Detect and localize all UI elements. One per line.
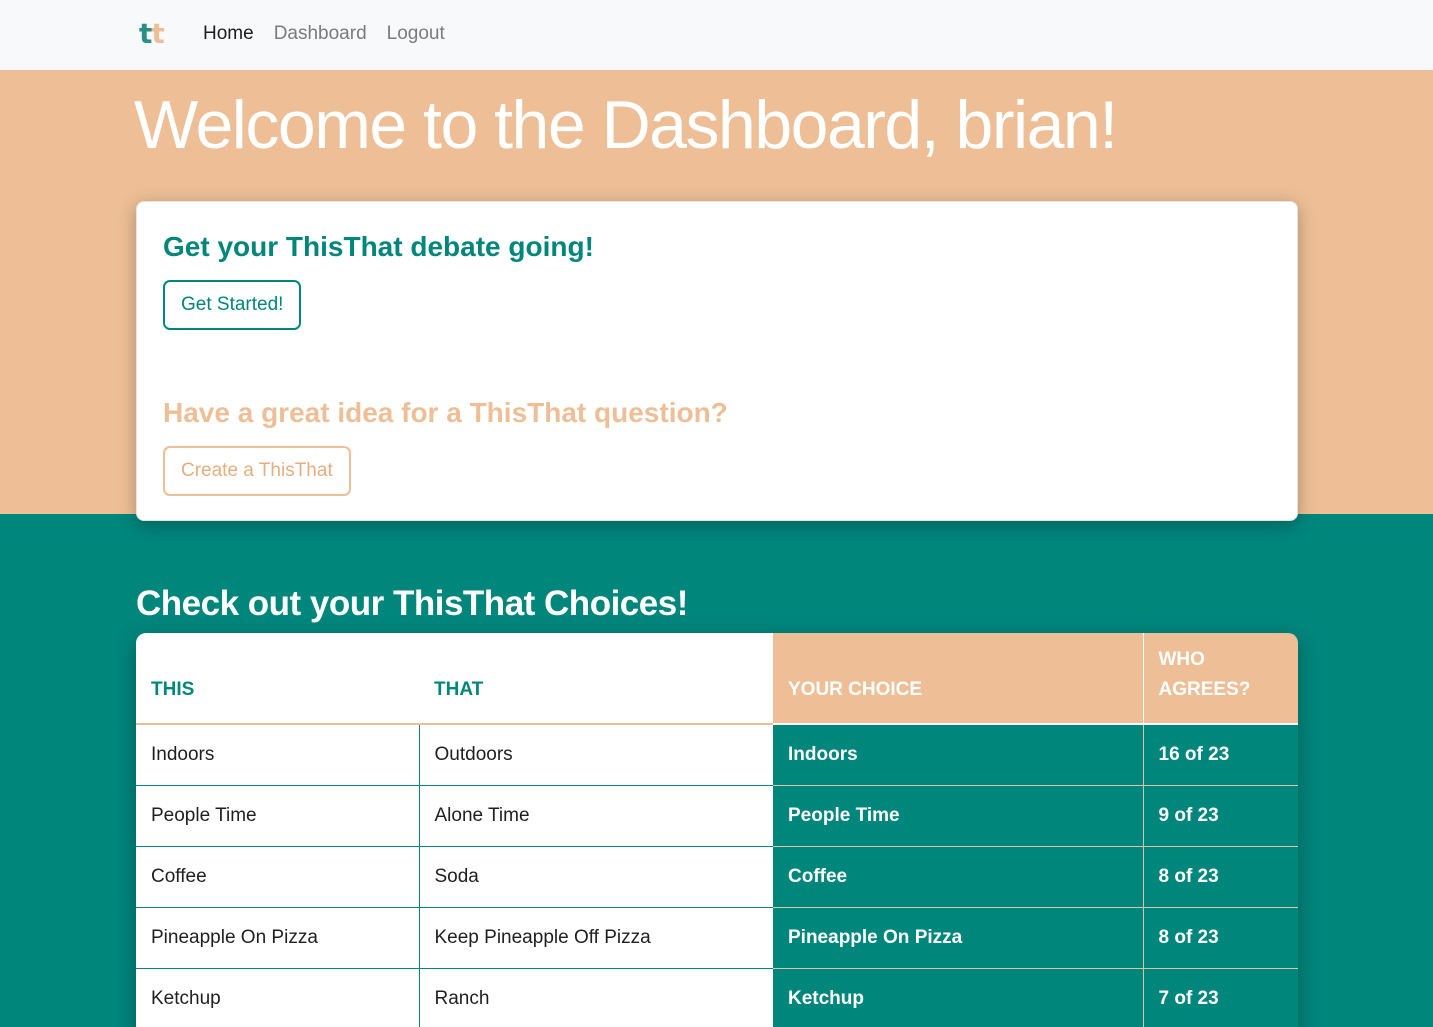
page-title: Welcome to the Dashboard, brian! (134, 87, 1118, 163)
logo-letter-2: t (151, 17, 164, 50)
cell-that: Outdoors (419, 723, 773, 785)
idea-heading: Have a great idea for a ThisThat questio… (163, 397, 728, 428)
cell-that: Soda (419, 845, 773, 907)
debate-heading: Get your ThisThat debate going! (163, 231, 594, 262)
action-card: Get your ThisThat debate going! Get Star… (136, 201, 1298, 521)
cell-that: Keep Pineapple Off Pizza (419, 906, 773, 968)
header-that: THAT (419, 633, 773, 725)
choices-table-container: THIS THAT YOUR CHOICE WHO AGREES? Indoor… (136, 633, 1298, 1027)
cell-your-choice: Indoors (773, 723, 1143, 785)
table-row: Pineapple On Pizza Keep Pineapple Off Pi… (136, 906, 1298, 968)
create-thisthat-button[interactable]: Create a ThisThat (163, 446, 351, 496)
nav-logout-link[interactable]: Logout (387, 21, 445, 47)
cell-your-choice: People Time (773, 784, 1143, 846)
cell-who-agrees: 7 of 23 (1142, 967, 1298, 1027)
nav-dashboard-link[interactable]: Dashboard (274, 21, 367, 47)
header-this: THIS (136, 633, 419, 725)
logo-letter-1: t (139, 17, 152, 50)
cell-this: Indoors (136, 723, 420, 785)
cell-this: Pineapple On Pizza (136, 906, 420, 968)
choices-table: THIS THAT YOUR CHOICE WHO AGREES? Indoor… (136, 633, 1298, 1027)
cell-that: Ranch (419, 967, 773, 1027)
cell-this: Coffee (136, 845, 420, 907)
table-row: Indoors Outdoors Indoors 16 of 23 (136, 723, 1298, 785)
cell-who-agrees: 16 of 23 (1142, 723, 1298, 785)
navbar: tt Home Dashboard Logout (0, 0, 1433, 70)
header-who-agrees: WHO AGREES? (1142, 633, 1298, 725)
table-row: Ketchup Ranch Ketchup 7 of 23 (136, 967, 1298, 1027)
nav-home-link[interactable]: Home (203, 21, 254, 47)
cell-this: Ketchup (136, 967, 420, 1027)
cell-your-choice: Pineapple On Pizza (773, 906, 1143, 968)
cell-who-agrees: 9 of 23 (1142, 784, 1298, 846)
get-started-button[interactable]: Get Started! (163, 280, 302, 330)
nav-links: Home Dashboard Logout (203, 21, 445, 47)
table-row: People Time Alone Time People Time 9 of … (136, 784, 1298, 846)
cell-your-choice: Ketchup (773, 967, 1143, 1027)
header-your-choice: YOUR CHOICE (773, 633, 1143, 725)
choices-section-title: Check out your ThisThat Choices! (136, 584, 688, 623)
cell-who-agrees: 8 of 23 (1142, 845, 1298, 907)
cell-that: Alone Time (419, 784, 773, 846)
brand-logo[interactable]: tt (139, 16, 165, 52)
cell-your-choice: Coffee (773, 845, 1143, 907)
table-header-row: THIS THAT YOUR CHOICE WHO AGREES? (136, 633, 1298, 725)
table-row: Coffee Soda Coffee 8 of 23 (136, 845, 1298, 907)
cell-this: People Time (136, 784, 420, 846)
cell-who-agrees: 8 of 23 (1142, 906, 1298, 968)
